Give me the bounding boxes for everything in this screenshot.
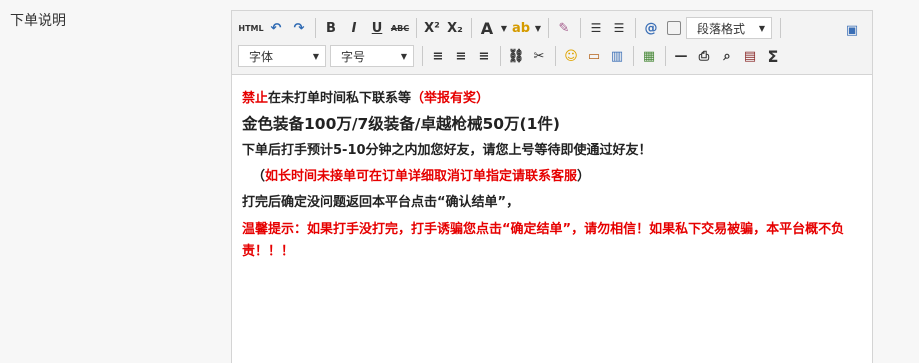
content-line-6: 温馨提示：如果打手没打完，打手诱骗您点击“确定结单”，请勿相信！如果私下交易被骗… <box>242 222 845 259</box>
contact-support-text: 如长时间未接单可在订单详细取消订单指定请联系客服 <box>265 169 578 184</box>
order-description-label: 下单说明 <box>10 13 66 29</box>
eraser-icon[interactable]: ✎ <box>553 17 575 39</box>
toolbar-row-2: 字体 ▼ 字号 ▼ ≡ ≡ ≡ ⛓ ✂ ☺ ▭ ▥ ▦ — ⎙ ⌕ ▤ Σ <box>238 42 866 70</box>
video-icon[interactable]: ▥ <box>606 45 628 67</box>
undo-icon[interactable]: ↶ <box>265 17 287 39</box>
page-icon[interactable] <box>663 17 685 39</box>
preview-icon[interactable]: ⌕ <box>716 45 738 67</box>
font-size-value: 字号 <box>341 49 366 64</box>
align-left-icon[interactable]: ≡ <box>427 45 449 67</box>
content-line-4: （如长时间未接单可在订单详细取消订单指定请联系客服） <box>242 167 862 186</box>
unlink-icon[interactable]: ✂ <box>528 45 550 67</box>
link-icon[interactable]: ⛓ <box>505 45 527 67</box>
bold-button[interactable]: B <box>320 17 342 39</box>
paste-icon[interactable]: ▤ <box>739 45 761 67</box>
forbidden-text: 禁止 <box>242 91 269 106</box>
editor-content[interactable]: 禁止在未打单时间私下联系等（举报有奖） 金色装备100万/7级装备/卓越枪械50… <box>232 75 872 263</box>
content-line-5: 打完后确定没问题返回本平台点击“确认结单”， <box>242 195 520 210</box>
image-icon[interactable]: ▭ <box>583 45 605 67</box>
toolbar-divider <box>665 46 666 66</box>
horizontal-rule-icon[interactable]: — <box>670 45 692 67</box>
html-source-button[interactable]: HTML <box>238 17 264 39</box>
superscript-button[interactable]: X² <box>421 17 443 39</box>
toolbar-divider <box>555 46 556 66</box>
anchor-icon[interactable]: @ <box>640 17 662 39</box>
toolbar-divider <box>580 18 581 38</box>
underline-button[interactable]: U <box>366 17 388 39</box>
paren-open: （ <box>252 169 266 184</box>
font-family-select[interactable]: 字体 ▼ <box>238 45 326 67</box>
toolbar-divider <box>471 18 472 38</box>
toolbar-divider <box>315 18 316 38</box>
page: 下单说明 HTML ↶ ↷ B I U ABC X² X₂ A ▼ ab ▼ ✎… <box>0 0 919 363</box>
paragraph-format-select[interactable]: 段落格式 ▼ <box>686 17 772 39</box>
content-line-3: 下单后打手预计5-10分钟之内加您好友，请您上号等待即使通过好友！ <box>242 143 652 158</box>
toolbar-divider <box>416 18 417 38</box>
chevron-down-icon[interactable]: ▼ <box>499 17 509 39</box>
content-line-1: 禁止在未打单时间私下联系等（举报有奖） <box>242 89 862 108</box>
toolbar-divider <box>633 46 634 66</box>
sigma-button[interactable]: Σ <box>762 45 784 67</box>
chevron-down-icon: ▼ <box>312 51 319 61</box>
toolbar-divider <box>500 46 501 66</box>
chevron-down-icon: ▼ <box>400 51 407 61</box>
align-right-icon[interactable]: ≡ <box>473 45 495 67</box>
toolbar-divider <box>422 46 423 66</box>
page-icon-box <box>667 21 681 35</box>
print-icon[interactable]: ⎙ <box>693 45 715 67</box>
toolbar-divider <box>780 18 781 38</box>
redo-icon[interactable]: ↷ <box>288 17 310 39</box>
paren-close: ） <box>577 169 591 184</box>
ordered-list-icon[interactable]: ☰ <box>585 17 607 39</box>
content-line-2: 金色装备100万/7级装备/卓越枪械50万(1件) <box>242 115 560 133</box>
font-size-select[interactable]: 字号 ▼ <box>330 45 414 67</box>
toolbar-divider <box>548 18 549 38</box>
gallery-icon[interactable]: ▦ <box>638 45 660 67</box>
unordered-list-icon[interactable]: ☰ <box>608 17 630 39</box>
italic-button[interactable]: I <box>343 17 365 39</box>
contact-warning-text: 在未打单时间私下联系等 <box>268 91 412 106</box>
editor-toolbar: HTML ↶ ↷ B I U ABC X² X₂ A ▼ ab ▼ ✎ ☰ ☰ … <box>232 11 872 75</box>
highlight-color-icon[interactable]: ab <box>510 17 532 39</box>
toolbar-divider <box>635 18 636 38</box>
chevron-down-icon: ▼ <box>758 23 765 33</box>
align-center-icon[interactable]: ≡ <box>450 45 472 67</box>
toolbar-row-1: HTML ↶ ↷ B I U ABC X² X₂ A ▼ ab ▼ ✎ ☰ ☰ … <box>238 14 866 42</box>
font-family-value: 字体 <box>249 49 274 64</box>
chevron-down-icon[interactable]: ▼ <box>533 17 543 39</box>
rich-text-editor[interactable]: HTML ↶ ↷ B I U ABC X² X₂ A ▼ ab ▼ ✎ ☰ ☰ … <box>231 10 873 363</box>
font-color-button[interactable]: A <box>476 17 498 39</box>
strikethrough-button[interactable]: ABC <box>389 17 411 39</box>
paragraph-format-value: 段落格式 <box>697 21 746 36</box>
report-reward-text: （举报有奖） <box>411 91 490 106</box>
subscript-button[interactable]: X₂ <box>444 17 466 39</box>
emoticon-icon[interactable]: ☺ <box>560 45 582 67</box>
fullscreen-icon[interactable]: ▣ <box>841 19 863 41</box>
